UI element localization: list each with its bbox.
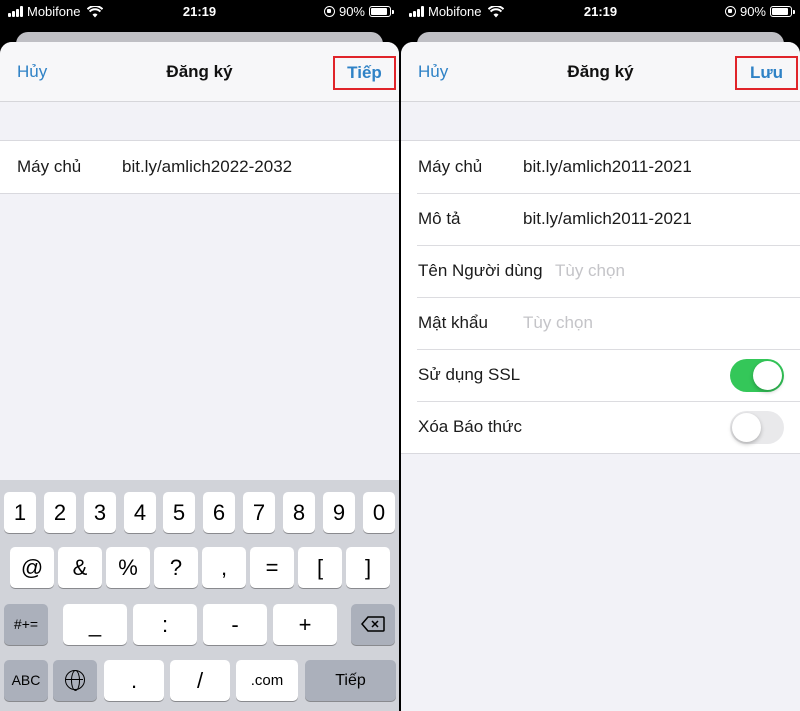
abc-key[interactable]: ABC <box>4 660 48 701</box>
key-3[interactable]: 3 <box>84 492 116 533</box>
key-hyphen[interactable]: - <box>203 604 267 645</box>
server-label: Máy chủ <box>17 157 82 176</box>
nav-bar: Hủy Đăng ký Tiếp <box>0 42 399 102</box>
delete-icon <box>361 616 385 632</box>
username-row[interactable]: Tên Người dùng Tùy chọn <box>401 245 800 297</box>
symbols-toggle-key[interactable]: #+= <box>4 604 48 645</box>
username-input[interactable]: Tùy chọn <box>555 261 625 281</box>
key-open-bracket[interactable]: [ <box>298 547 342 588</box>
key-question[interactable]: ? <box>154 547 198 588</box>
server-row[interactable]: Máy chủ bit.ly/amlich2022-2032 <box>0 141 399 193</box>
key-percent[interactable]: % <box>106 547 150 588</box>
server-row[interactable]: Máy chủ bit.ly/amlich2011-2021 <box>401 141 800 193</box>
key-slash[interactable]: / <box>170 660 230 701</box>
key-9[interactable]: 9 <box>323 492 355 533</box>
key-plus[interactable]: + <box>273 604 337 645</box>
status-bar: Mobifone 21:19 90% <box>401 0 800 24</box>
key-6[interactable]: 6 <box>203 492 235 533</box>
globe-key[interactable] <box>53 660 97 701</box>
password-row[interactable]: Mật khẩu Tùy chọn <box>401 297 800 349</box>
username-label: Tên Người dùng <box>418 261 543 280</box>
subscription-form: Máy chủ bit.ly/amlich2011-2021 Mô tả bit… <box>401 140 800 454</box>
key-dot[interactable]: . <box>104 660 164 701</box>
next-button[interactable]: Tiếp <box>333 56 396 90</box>
remove-alarms-toggle[interactable] <box>730 411 784 444</box>
toggle-knob <box>732 413 761 442</box>
key-2[interactable]: 2 <box>44 492 76 533</box>
globe-icon <box>65 669 85 691</box>
save-button[interactable]: Lưu <box>735 56 798 90</box>
rotation-lock-icon <box>323 6 335 17</box>
description-label: Mô tả <box>418 209 461 228</box>
rotation-lock-icon <box>724 6 736 17</box>
key-ampersand[interactable]: & <box>58 547 102 588</box>
nav-bar: Hủy Đăng ký Lưu <box>401 42 800 102</box>
ssl-toggle[interactable] <box>730 359 784 392</box>
key-5[interactable]: 5 <box>163 492 195 533</box>
right-screenshot: Mobifone 21:19 90% Hủy Đăng ký Lưu Máy c… <box>401 0 800 711</box>
password-label: Mật khẩu <box>418 313 488 332</box>
remove-alarms-row: Xóa Báo thức <box>401 401 800 453</box>
battery-percent: 90% <box>338 4 365 19</box>
key-7[interactable]: 7 <box>243 492 275 533</box>
key-4[interactable]: 4 <box>124 492 156 533</box>
ssl-row: Sử dụng SSL <box>401 349 800 401</box>
battery-percent: 90% <box>739 4 766 19</box>
key-8[interactable]: 8 <box>283 492 315 533</box>
server-label: Máy chủ <box>418 157 483 176</box>
key-at[interactable]: @ <box>10 547 54 588</box>
delete-key[interactable] <box>351 604 395 645</box>
status-bar: Mobifone 21:19 90% <box>0 0 399 24</box>
description-input[interactable]: bit.ly/amlich2011-2021 <box>523 209 692 229</box>
key-0[interactable]: 0 <box>363 492 395 533</box>
keyboard-next-key[interactable]: Tiếp <box>305 660 396 701</box>
subscription-sheet: Hủy Đăng ký Lưu Máy chủ bit.ly/amlich201… <box>401 42 800 711</box>
ssl-label: Sử dụng SSL <box>418 365 521 384</box>
battery-icon <box>369 6 394 17</box>
password-input[interactable]: Tùy chọn <box>523 313 593 333</box>
key-equals[interactable]: = <box>250 547 294 588</box>
key-colon[interactable]: : <box>133 604 197 645</box>
battery-icon <box>770 6 795 17</box>
key-comma[interactable]: , <box>202 547 246 588</box>
subscription-form: Máy chủ bit.ly/amlich2022-2032 <box>0 140 399 194</box>
key-close-bracket[interactable]: ] <box>346 547 390 588</box>
server-input[interactable]: bit.ly/amlich2022-2032 <box>122 157 292 177</box>
description-row[interactable]: Mô tả bit.ly/amlich2011-2021 <box>401 193 800 245</box>
server-input[interactable]: bit.ly/amlich2011-2021 <box>523 157 692 177</box>
battery-level-fill <box>772 8 789 15</box>
key-underscore[interactable]: _ <box>63 604 127 645</box>
toggle-knob <box>753 361 782 390</box>
remove-alarms-label: Xóa Báo thức <box>418 417 523 436</box>
key-1[interactable]: 1 <box>4 492 36 533</box>
keyboard: 1 2 3 4 5 6 7 8 9 0 @ & % ? , = [ ] #+= … <box>0 480 399 711</box>
left-screenshot: Mobifone 21:19 90% Hủy Đăng ký Tiếp Máy … <box>0 0 399 711</box>
key-dotcom[interactable]: .com <box>236 660 298 701</box>
battery-level-fill <box>371 8 388 15</box>
